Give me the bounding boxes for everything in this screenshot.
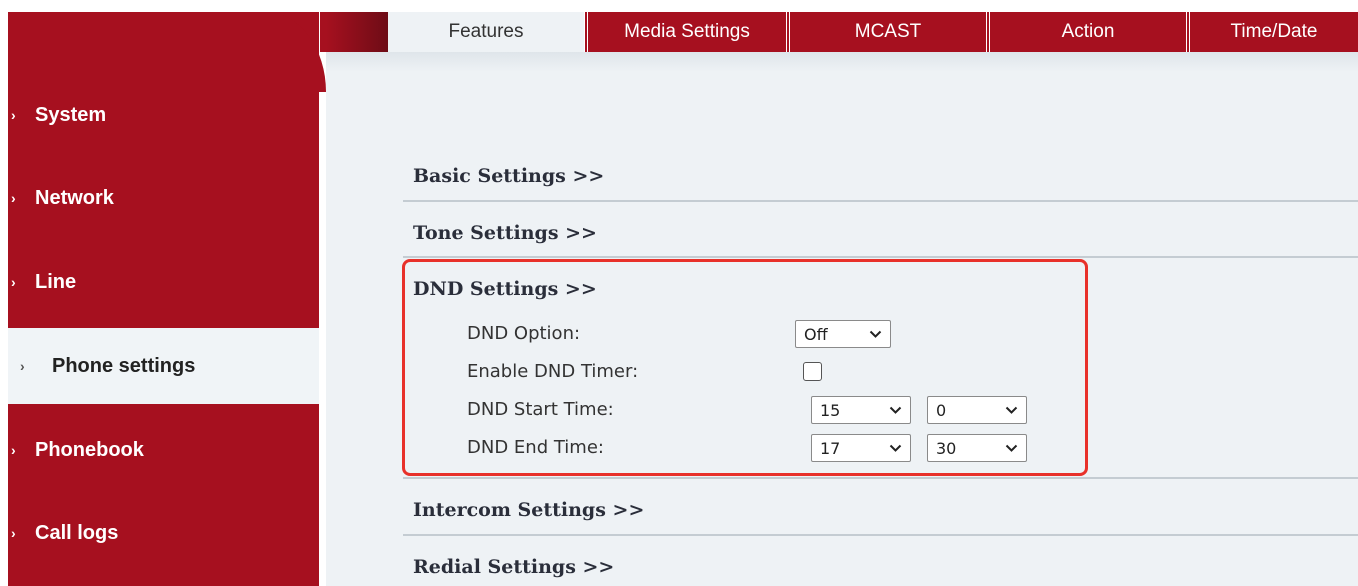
chevron-right-icon: › [20, 358, 25, 374]
tab-label: Action [1061, 21, 1115, 42]
sidebar-item-phonebook[interactable]: › Phonebook [8, 411, 319, 489]
section-basic-settings[interactable]: Basic Settings >> [413, 165, 604, 187]
divider [403, 477, 1358, 479]
tab-action[interactable]: Action [986, 12, 1186, 52]
tab-label: Media Settings [624, 21, 750, 42]
sidebar-item-label: Phonebook [35, 438, 144, 461]
sidebar-item-line[interactable]: › Line [8, 243, 319, 321]
section-tone-settings[interactable]: Tone Settings >> [413, 222, 597, 244]
section-redial-settings[interactable]: Redial Settings >> [413, 556, 614, 578]
divider [403, 200, 1358, 202]
tab-label: Time/Date [1230, 21, 1318, 42]
divider [403, 534, 1358, 536]
sidebar-item-label: Phone settings [52, 354, 196, 377]
sidebar-item-label: System [35, 103, 107, 126]
tab-label: MCAST [854, 21, 922, 42]
tab-time-date[interactable]: Time/Date [1186, 12, 1358, 52]
sidebar-item-system[interactable]: › System [8, 76, 319, 154]
sidebar-item-network[interactable]: › Network [8, 159, 319, 237]
sidebar-item-label: Call logs [35, 521, 119, 544]
tab-media-settings[interactable]: Media Settings [584, 12, 786, 52]
chevron-right-icon: › [11, 525, 16, 541]
tab-underline [326, 52, 1358, 72]
sidebar-item-call-logs[interactable]: › Call logs [8, 494, 319, 572]
divider [403, 256, 1358, 258]
chevron-right-icon: › [11, 190, 16, 206]
section-intercom-settings[interactable]: Intercom Settings >> [413, 499, 644, 521]
tab-features[interactable]: Features [388, 12, 584, 52]
tab-mcast[interactable]: MCAST [786, 12, 986, 52]
dnd-highlight-box [402, 259, 1088, 476]
sidebar-item-phone-settings[interactable]: › Phone settings [8, 328, 319, 404]
sidebar-item-label: Network [35, 186, 114, 209]
chevron-right-icon: › [11, 107, 16, 123]
chevron-right-icon: › [11, 274, 16, 290]
tab-label: Features [448, 21, 524, 42]
tab-bar-shadow [326, 12, 388, 52]
chevron-right-icon: › [11, 442, 16, 458]
sidebar-item-label: Line [35, 270, 77, 293]
